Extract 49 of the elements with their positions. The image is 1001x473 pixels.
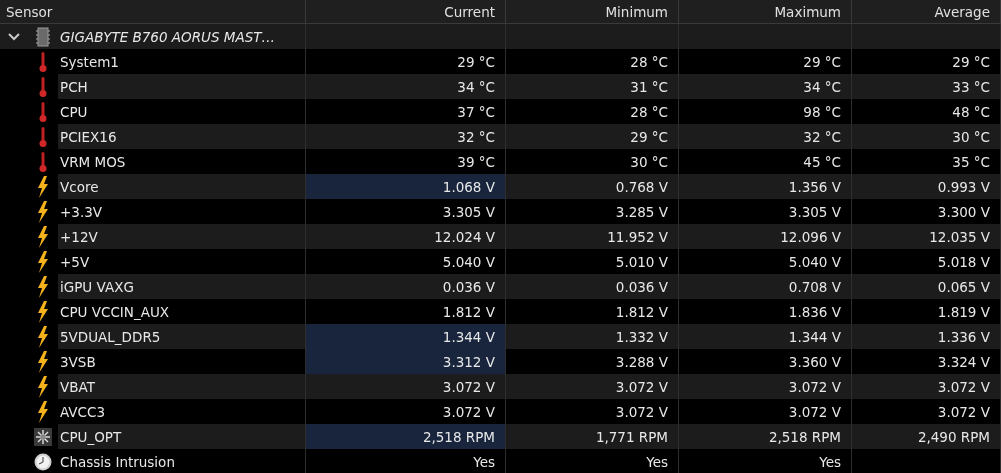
sensor-name[interactable]: +12V: [58, 228, 98, 245]
clock-icon: [34, 452, 52, 471]
sensor-name[interactable]: PCH: [58, 78, 88, 95]
thermometer-icon: [38, 50, 48, 73]
sensor-name[interactable]: Vcore: [58, 178, 99, 195]
lightning-icon: [36, 225, 50, 248]
column-header[interactable]: Current: [306, 0, 506, 23]
sensor-name[interactable]: System1: [58, 53, 119, 70]
sensor-value: 2,518 RPM: [306, 424, 506, 449]
sensor-name[interactable]: 5VDUAL_DDR5: [58, 328, 161, 345]
sensor-name[interactable]: PCIEX16: [58, 128, 117, 145]
sensor-name[interactable]: VBAT: [58, 378, 95, 395]
column-header[interactable]: Minimum: [506, 0, 679, 23]
sensor-value: Yes: [506, 449, 679, 473]
lightning-icon: [36, 325, 50, 348]
sensor-value: Yes: [679, 449, 852, 473]
lightning-icon: [36, 375, 50, 398]
thermometer-icon: [38, 125, 48, 148]
sensor-name[interactable]: CPU: [58, 103, 88, 120]
sensor-name[interactable]: Chassis Intrusion: [58, 453, 175, 470]
chip-icon: [36, 26, 50, 47]
column-header[interactable]: Average: [852, 0, 1001, 23]
sensor-name[interactable]: iGPU VAXG: [58, 278, 134, 295]
thermometer-icon: [38, 100, 48, 123]
device-name[interactable]: GIGABYTE B760 AORUS MAST…: [60, 28, 275, 45]
lightning-icon: [36, 175, 50, 198]
fan-icon: [34, 427, 52, 446]
column-header[interactable]: Maximum: [679, 0, 852, 23]
sensor-name[interactable]: AVCC3: [58, 403, 106, 420]
sensor-name[interactable]: +5V: [58, 253, 90, 270]
column-header[interactable]: Sensor: [0, 0, 306, 23]
expand-toggle[interactable]: [8, 30, 22, 43]
sensor-value: 1.068 V: [306, 174, 506, 199]
sensor-name[interactable]: 3VSB: [58, 353, 96, 370]
lightning-icon: [36, 250, 50, 273]
sensor-value: Yes: [306, 449, 506, 473]
sensor-name[interactable]: CPU VCCIN_AUX: [58, 303, 170, 320]
lightning-icon: [36, 200, 50, 223]
thermometer-icon: [38, 150, 48, 173]
thermometer-icon: [38, 75, 48, 98]
lightning-icon: [36, 300, 50, 323]
lightning-icon: [36, 400, 50, 423]
sensor-name[interactable]: VRM MOS: [58, 153, 126, 170]
sensor-value: 3.312 V: [306, 349, 506, 374]
sensor-name[interactable]: +3.3V: [58, 203, 103, 220]
lightning-icon: [36, 275, 50, 298]
sensor-value: 1.344 V: [306, 324, 506, 349]
sensor-name[interactable]: CPU_OPT: [58, 428, 122, 445]
lightning-icon: [36, 350, 50, 373]
